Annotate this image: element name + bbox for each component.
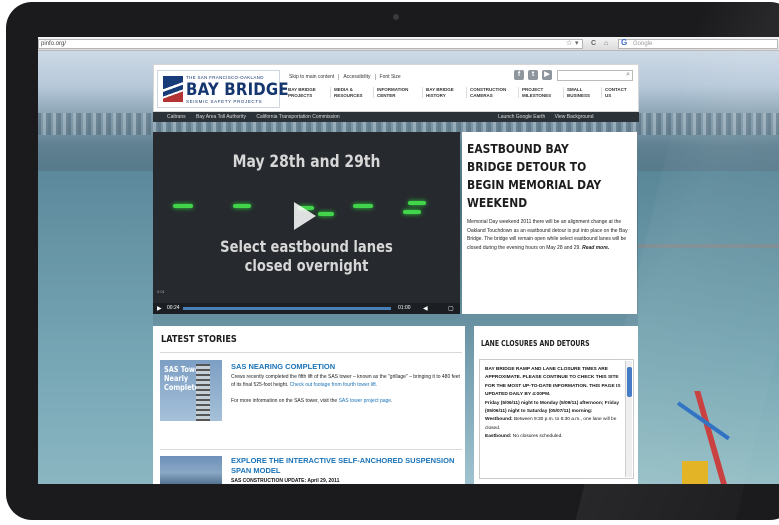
view-background-link[interactable]: View Background — [555, 114, 594, 120]
story-title[interactable]: SAS NEARING COMPLETION — [231, 362, 335, 371]
sas-model-thumbnail[interactable] — [160, 456, 222, 484]
nav-construction-cameras[interactable]: CONSTRUCTION CAMERAS — [466, 87, 506, 98]
nav-small-business[interactable]: SMALL BUSINESS — [563, 87, 590, 98]
ctc-link[interactable]: California Transportation Commission — [256, 114, 339, 120]
refresh-icon[interactable]: C — [591, 39, 596, 49]
accessibility-link[interactable]: Accessibility — [339, 74, 376, 80]
tablet-device: pinfo.org/ ☆ ▾ C ⌂ Google G THE SAN FRAN… — [0, 0, 779, 525]
lane-light — [408, 201, 426, 205]
address-bar[interactable]: pinfo.org/ — [38, 39, 583, 49]
story-title[interactable]: EXPLORE THE INTERACTIVE SELF-ANCHORED SU… — [231, 456, 459, 476]
lane-light — [173, 204, 193, 208]
video-player[interactable]: May 28th and 29th Select eastbound lanes… — [153, 132, 460, 314]
read-more-link[interactable]: Read more. — [582, 245, 609, 251]
video-progress-bar[interactable] — [183, 307, 391, 310]
site-header: THE SAN FRANCISCO-OAKLAND BAY BRIDGE SEI… — [153, 64, 639, 112]
feature-body: Memorial Day weekend 2011 there will be … — [467, 219, 628, 251]
lane-light — [233, 204, 251, 208]
nav-media-resources[interactable]: MEDIA & RESOURCES — [330, 87, 363, 98]
feature-title[interactable]: EASTBOUND BAY BRIDGE DETOUR TO BEGIN MEM… — [467, 140, 610, 212]
bridge-logo-icon — [163, 76, 183, 102]
partner-links-bar: Caltrans Bay Area Toll Authority Califor… — [153, 112, 639, 122]
nav-bay-bridge-projects[interactable]: BAY BRIDGE PROJECTS — [285, 87, 316, 98]
play-icon[interactable] — [294, 202, 316, 230]
tower-image — [196, 364, 210, 421]
logo-title: BAY BRIDGE — [186, 80, 289, 100]
video-total-time: 01:00 — [398, 305, 411, 311]
utility-links: Skip to main content Accessibility Font Si… — [285, 74, 405, 80]
home-icon[interactable]: ⌂ — [604, 39, 608, 49]
latest-stories: LATEST STORIES SAS Tower Nearly Complete… — [153, 326, 465, 484]
lane-light — [318, 212, 334, 216]
google-icon: G — [621, 38, 628, 47]
site-container: THE SAN FRANCISCO-OAKLAND BAY BRIDGE SEI… — [153, 64, 639, 484]
skip-to-content-link[interactable]: Skip to main content — [285, 74, 340, 80]
site-search-input[interactable]: ⌕ — [557, 70, 633, 81]
youtube-icon[interactable]: ▶ — [542, 70, 552, 80]
video-controls: ▶ 00:24 01:00 ◀ ▢ — [153, 303, 460, 314]
bay-bridge-logo[interactable]: THE SAN FRANCISCO-OAKLAND BAY BRIDGE SEI… — [157, 70, 289, 108]
bookmark-star-icon[interactable]: ☆ — [566, 39, 572, 49]
fullscreen-icon[interactable]: ▢ — [448, 305, 454, 312]
nav-contact-us[interactable]: CONTACT US — [601, 87, 627, 98]
main-nav: BAY BRIDGE PROJECTS MEDIA & RESOURCES INFO… — [285, 87, 638, 109]
sas-tower-page-link[interactable]: SAS tower project page — [339, 398, 392, 404]
bay-water-left — [38, 171, 153, 484]
volume-icon[interactable]: ◀ — [423, 305, 428, 312]
nav-bay-bridge-history[interactable]: BAY BRIDGE HISTORY — [422, 87, 454, 98]
story-body: SAS CONSTRUCTION UPDATE: April 29, 2011 — [231, 478, 340, 484]
video-caption: Select eastbound lanes closed overnight — [220, 237, 393, 275]
font-size-link[interactable]: Font Size — [376, 74, 405, 80]
camera-icon — [393, 14, 399, 20]
caltrans-link[interactable]: Caltrans — [167, 114, 186, 120]
divider — [160, 449, 462, 450]
video-heading: May 28th and 29th — [232, 152, 381, 172]
divider — [160, 352, 462, 353]
story-body: Crews recently completed the fifth lift … — [231, 374, 460, 388]
google-earth-link[interactable]: Launch Google Earth — [498, 114, 545, 120]
lane-light — [353, 204, 373, 208]
feature-story: EASTBOUND BAY BRIDGE DETOUR TO BEGIN MEM… — [462, 132, 637, 314]
nav-information-center[interactable]: INFORMATION CENTER — [373, 87, 408, 98]
bata-link[interactable]: Bay Area Toll Authority — [196, 114, 246, 120]
lane-closures-heading: LANE CLOSURES AND DETOURS — [481, 339, 590, 348]
nav-project-milestones[interactable]: PROJECT MILESTONES — [518, 87, 551, 98]
search-icon[interactable]: ⌕ — [626, 71, 630, 79]
lane-light — [403, 210, 421, 214]
url-dropdown-icon[interactable]: ▾ — [575, 39, 579, 49]
latest-stories-heading: LATEST STORIES — [161, 334, 237, 345]
facebook-icon[interactable]: f — [514, 70, 524, 80]
video-small-label: 0:01 — [157, 289, 165, 294]
story-more-info: For more information on the SAS tower, v… — [231, 398, 393, 404]
video-current-time: 00:24 — [167, 305, 180, 311]
logo-tagline: SEISMIC SAFETY PROJECTS — [186, 99, 263, 104]
tower-lift-footage-link[interactable]: Check out footage from fourth tower lift… — [290, 382, 378, 388]
sas-tower-thumbnail[interactable]: SAS Tower Nearly Complete — [160, 360, 222, 421]
play-button-icon[interactable]: ▶ — [157, 305, 162, 312]
twitter-icon[interactable]: t — [528, 70, 538, 80]
browser-toolbar: pinfo.org/ ☆ ▾ C ⌂ Google G — [38, 37, 779, 51]
